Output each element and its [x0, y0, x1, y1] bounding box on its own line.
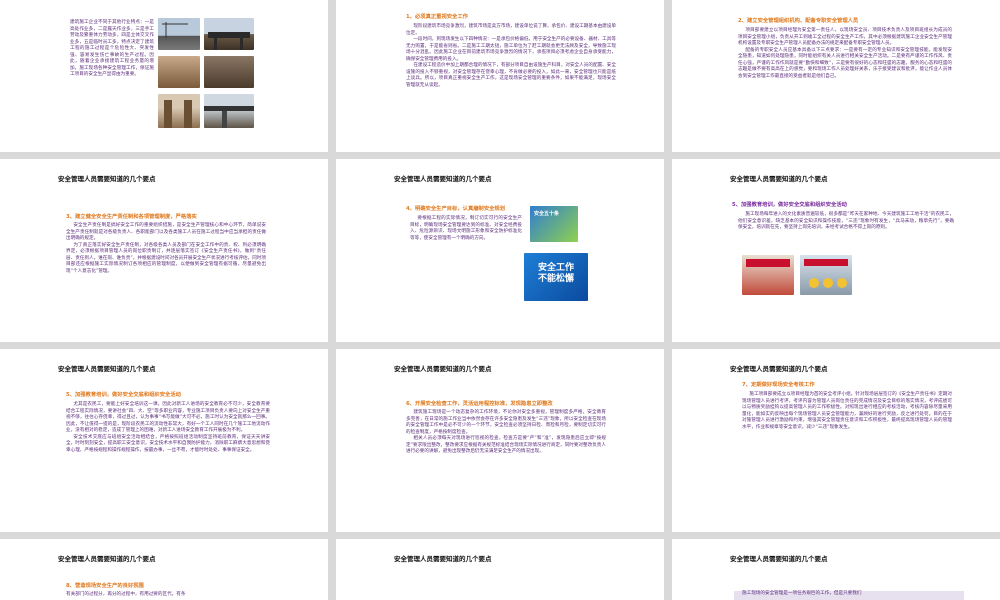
slide-8-title: 安全管理人员需要知道的几个要点 [394, 365, 492, 373]
slide-4-para-2: 为了真正落实好安全生产责任制，对各级各类人员及部门在安全工作中的责、权、利必须明… [66, 242, 266, 274]
slide-10[interactable]: 安全管理人员需要知道的几个要点 8、营造现场安全生产的良好氛围 有关部门的过程分… [0, 539, 328, 600]
slide-8-para-2: 相关人员必须每天对现场进行巡视的检查，检查方是要“严”和“准”，发现隐患后应立即… [406, 436, 606, 455]
slide-2-heading: 1、必须真正重视安全工作 [406, 14, 468, 20]
slide-12-title: 安全管理人员需要知道的几个要点 [730, 555, 828, 563]
slide-6-para-1: 施工现场每年进入的文化素质普遍较低，很多都是“昨天在家种地、今天建筑施工工地干活… [738, 212, 954, 231]
slide-4-para-1: 安全生产责任制是搞好安全工作的重要组织措施，是安全生产管理核心和中心环节，简单说… [66, 223, 266, 242]
construction-photo-1 [158, 18, 200, 50]
slide-10-body: 有关部门的过程分，再分的过程中，有用过要的区代，有条 [66, 592, 186, 597]
slide-6-heading: 5、加强教育培训，做好安全交底和组织安全活动 [732, 202, 847, 208]
slide-4-body: 安全生产责任制是搞好安全工作的重要组织措施，是安全生产管理核心和中心环节，简单说… [66, 223, 266, 275]
slide-8-body: 建筑施工现场是一个动态复杂的工作环境，不论你对安全多重视，管理制度多严格，安全教… [406, 410, 606, 456]
slide-7-title: 安全管理人员需要知道的几个要点 [58, 365, 156, 373]
slide-8[interactable]: 安全管理人员需要知道的几个要点 6、开展安全检查工作，灵活运用程控标准，发现隐患… [336, 349, 664, 532]
slide-5-para-1: 要根据工程的实际情况，制订切实可行的安全生产目标，明确现场安全管理要达到的标准、… [410, 216, 522, 241]
slide-7-para-2: 安全技术交底应与班组安全活动相结合，严格按照班组活动制度坚持班前教育，保证天天讲… [66, 434, 270, 453]
slide-2-para-2: 一段时间，到现场发生以下四种情况：一是承包价格偏低，用于安全生产的必要设备、器材… [406, 37, 616, 62]
training-photo-1 [742, 255, 794, 295]
slide-3-heading: 2、建立安全管理组织机构、配备专职安全管理人员 [738, 18, 859, 24]
construction-photo-3 [158, 56, 200, 88]
slide-7-heading: 5、加强教育培训，做好安全交底和组织安全活动 [66, 392, 181, 398]
slide-7-body: 尤其是农民工，要能上好安全培训这一课。因此对新工人进场的安全教育必不可少，安全教… [66, 402, 270, 454]
construction-photo-5 [158, 94, 200, 128]
slide-9-heading: 7、定期做好现场安全考核工作 [742, 382, 815, 388]
slide-9-body: 施工项目部要成立以项目经理为首的安全考评小组，针对现场层层签订的《安全生产责任书… [742, 392, 952, 431]
slide-2-body: 现阶段建筑市场竞争激烈，建筑市场是卖方市场，建设单位说了算，承包价、建设工期基本… [406, 24, 616, 89]
slide-9-title: 安全管理人员需要知道的几个要点 [730, 365, 828, 373]
slide-11-title: 安全管理人员需要知道的几个要点 [394, 555, 492, 563]
slide-3-para-2: 配备的专职安全人员应基本具备以下三点要求：一是要有一定的专业知识和安全管理技能，… [738, 47, 952, 79]
slide-9[interactable]: 安全管理人员需要知道的几个要点 7、定期做好现场安全考核工作 施工项目部要成立以… [672, 349, 1000, 532]
safety-slogan-image: 安全工作 不能松懈 [524, 253, 588, 301]
safety-slogan-text: 安全工作 不能松懈 [532, 263, 580, 286]
slide-4-heading: 3、建立健全安全生产责任制和各项管理制度，严格落实 [66, 214, 197, 220]
slide-5-heading: 4、明确安全生产目标，认真编制安全规划 [406, 206, 506, 212]
safety-poster-image: 安全五十条 [530, 206, 578, 242]
slide-6[interactable]: 安全管理人员需要知道的几个要点 5、加强教育培训，做好安全交底和组织安全活动 施… [672, 159, 1000, 342]
slide-9-para-1: 施工项目部要成立以项目经理为首的安全考评小组，针对现场层层签订的《安全生产责任书… [742, 392, 952, 430]
slide-8-heading: 6、开展安全检查工作，灵活运用程控标准，发现隐患立即整改 [406, 401, 553, 407]
slide-3[interactable]: 2、建立安全管理组织机构、配备专职安全管理人员 项目部要建立以项目经理为安全第一… [672, 0, 1000, 152]
slide-5-title: 安全管理人员需要知道的几个要点 [394, 175, 492, 183]
safety-slogan-line-1: 安全工作 [537, 263, 574, 273]
slide-10-heading: 8、营造现场安全生产的良好氛围 [66, 583, 144, 589]
safety-slogan-line-2: 不能松懈 [537, 274, 574, 285]
slide-7[interactable]: 安全管理人员需要知道的几个要点 5、加强教育培训，做好安全交底和组织安全活动 尤… [0, 349, 328, 532]
construction-photo-6 [204, 94, 254, 128]
construction-photo-4 [204, 56, 254, 88]
slide-4[interactable]: 安全管理人员需要知道的几个要点 3、建立健全安全生产责任制和各项管理制度，严格落… [0, 159, 328, 342]
slide-6-title: 安全管理人员需要知道的几个要点 [730, 175, 828, 183]
slide-2[interactable]: 1、必须真正重视安全工作 现阶段建筑市场竞争激烈，建筑市场是卖方市场，建设单位说… [336, 0, 664, 152]
slide-5[interactable]: 安全管理人员需要知道的几个要点 4、明确安全生产目标，认真编制安全规划 要根据工… [336, 159, 664, 342]
slide-12-body: 施工现场的安全管理是一项任务艰巨的工作，但是只要我们 [742, 591, 862, 596]
slide-3-para-1: 项目部要建立以项目经理为安全第一责任人，以现场安全员、项目技术负责人及项目班组长… [738, 28, 952, 47]
slide-11[interactable]: 安全管理人员需要知道的几个要点 [336, 539, 664, 600]
training-photo-2 [800, 255, 852, 295]
slide-1-body: 建筑施工企业不同于其他行业特点：一是高处作业多，二是露天作业多，三是手工劳动及繁… [70, 20, 154, 78]
safety-poster-label: 安全五十条 [534, 211, 560, 217]
slide-2-para-3: 在建设工程造价中加上期都合理的情况下，有部分项目自由设施生产科目，对安全人员的配… [406, 63, 616, 88]
slide-12[interactable]: 安全管理人员需要知道的几个要点 施工现场的安全管理是一项任务艰巨的工作，但是只要… [672, 539, 1000, 600]
slide-7-para-1: 尤其是农民工，要能上好安全培训这一课。因此对新工人进场的安全教育必不可少，安全教… [66, 402, 270, 434]
slide-3-body: 项目部要建立以项目经理为安全第一责任人，以现场安全员、项目技术负责人及项目班组长… [738, 28, 952, 80]
construction-photo-2 [204, 18, 254, 50]
slide-10-title: 安全管理人员需要知道的几个要点 [58, 555, 156, 563]
slide-6-body: 施工现场每年进入的文化素质普遍较低，很多都是“昨天在家种地、今天建筑施工工地干活… [738, 212, 954, 232]
slide-8-para-1: 建筑施工现场是一个动态复杂的工作环境，不论你对安全多重视，管理制度多严格，安全教… [406, 410, 606, 435]
slide-2-para-1: 现阶段建筑市场竞争激烈，建筑市场是卖方市场，建设单位说了算，承包价、建设工期基本… [406, 24, 616, 36]
slide-5-body: 要根据工程的实际情况，制订切实可行的安全生产目标，明确现场安全管理要达到的标准、… [410, 216, 522, 242]
slide-1[interactable]: 建筑施工企业不同于其他行业特点：一是高处作业多，二是露天作业多，三是手工劳动及繁… [0, 0, 328, 152]
slide-4-title: 安全管理人员需要知道的几个要点 [58, 175, 156, 183]
